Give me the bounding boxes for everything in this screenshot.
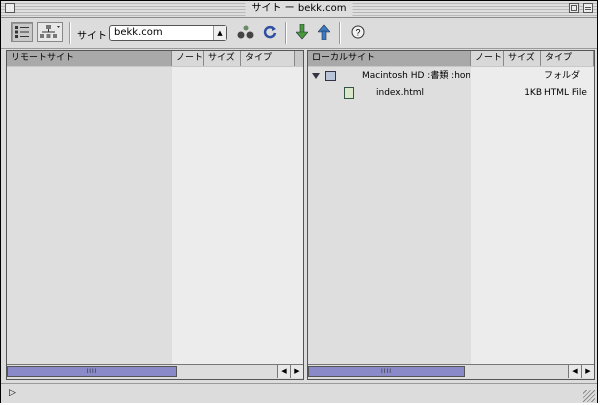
connect-button[interactable] [235, 22, 257, 42]
site-map-button[interactable] [37, 22, 63, 42]
put-button[interactable] [313, 22, 335, 42]
toolbar: サイト : bekk.com ▲ ? [1, 18, 597, 49]
scroll-left-button[interactable]: ◀ [568, 365, 581, 378]
list-view-button[interactable] [11, 22, 33, 42]
column-remote-site[interactable]: リモートサイト [7, 51, 172, 66]
folder-icon [325, 71, 336, 81]
item-size: 1KB [524, 88, 542, 98]
svg-text:?: ? [355, 28, 360, 38]
title-bar[interactable]: サイト ー bekk.com [1, 1, 597, 18]
help-button[interactable]: ? [347, 22, 369, 42]
site-window: サイト ー bekk.com サイト : bekk.com ▲ ? リモートサイ… [0, 0, 598, 403]
scroll-thumb[interactable]: IIII [7, 366, 177, 377]
html-file-icon [344, 87, 354, 99]
collapse-box[interactable] [583, 3, 593, 13]
toolbar-separator [285, 22, 287, 44]
remote-list-area[interactable] [7, 67, 172, 364]
list-view-icon [15, 26, 29, 38]
status-bar: ▷ [1, 383, 597, 403]
scroll-left-button[interactable]: ◀ [277, 365, 290, 378]
close-box[interactable] [5, 3, 15, 13]
up-arrow-icon [318, 24, 330, 40]
local-list-area[interactable] [308, 67, 471, 364]
item-name: Macintosh HD :書類 :hom... [362, 71, 470, 81]
window-title: サイト ー bekk.com [245, 2, 353, 16]
remote-detail-area[interactable] [172, 67, 303, 364]
column-size[interactable]: サイズ [204, 51, 241, 66]
toolbar-separator [339, 22, 341, 44]
column-note[interactable]: ノート [172, 51, 204, 66]
resize-grip-icon[interactable] [583, 390, 595, 402]
list-item[interactable]: Macintosh HD :書類 :hom... フォルダ [308, 68, 594, 84]
item-type: HTML File [544, 88, 587, 98]
site-select[interactable]: bekk.com ▲ [109, 25, 227, 41]
toolbar-separator [69, 22, 71, 44]
remote-site-pane: リモートサイト ノート サイズ タイプ IIII ◀ ▶ [6, 50, 304, 380]
list-item[interactable]: index.html 1KB HTML File [308, 85, 594, 101]
scroll-right-button[interactable]: ▶ [290, 365, 303, 378]
scroll-thumb[interactable]: IIII [308, 366, 465, 377]
local-detail-area[interactable] [471, 67, 594, 364]
refresh-button[interactable] [259, 22, 281, 42]
column-local-site[interactable]: ローカルサイト [308, 51, 471, 66]
get-button[interactable] [291, 22, 313, 42]
refresh-icon [263, 25, 277, 39]
expand-log-icon[interactable]: ▷ [9, 388, 16, 398]
help-icon: ? [351, 25, 365, 39]
site-select-value: bekk.com [114, 27, 163, 38]
column-size[interactable]: サイズ [504, 51, 541, 66]
down-arrow-icon [296, 24, 308, 40]
item-name: index.html [376, 88, 424, 98]
item-type: フォルダ [544, 71, 581, 81]
column-header: ローカルサイト ノート サイズ タイプ [308, 51, 594, 68]
zoom-box[interactable] [569, 3, 579, 13]
site-map-icon [40, 25, 60, 38]
local-site-pane: ローカルサイト ノート サイズ タイプ Macintosh HD :書類 :ho… [307, 50, 595, 380]
scroll-right-button[interactable]: ▶ [581, 365, 594, 378]
connect-icon [237, 25, 254, 39]
local-horizontal-scrollbar[interactable]: IIII ◀ ▶ [308, 364, 594, 379]
column-type[interactable]: タイプ [541, 51, 594, 66]
chevron-updown-icon: ▲ [213, 26, 226, 40]
remote-horizontal-scrollbar[interactable]: IIII ◀ ▶ [7, 364, 303, 379]
column-header: リモートサイト ノート サイズ タイプ [7, 51, 303, 68]
disclosure-triangle-icon[interactable] [312, 73, 320, 79]
column-type[interactable]: タイプ [241, 51, 295, 66]
column-note[interactable]: ノート [471, 51, 504, 66]
